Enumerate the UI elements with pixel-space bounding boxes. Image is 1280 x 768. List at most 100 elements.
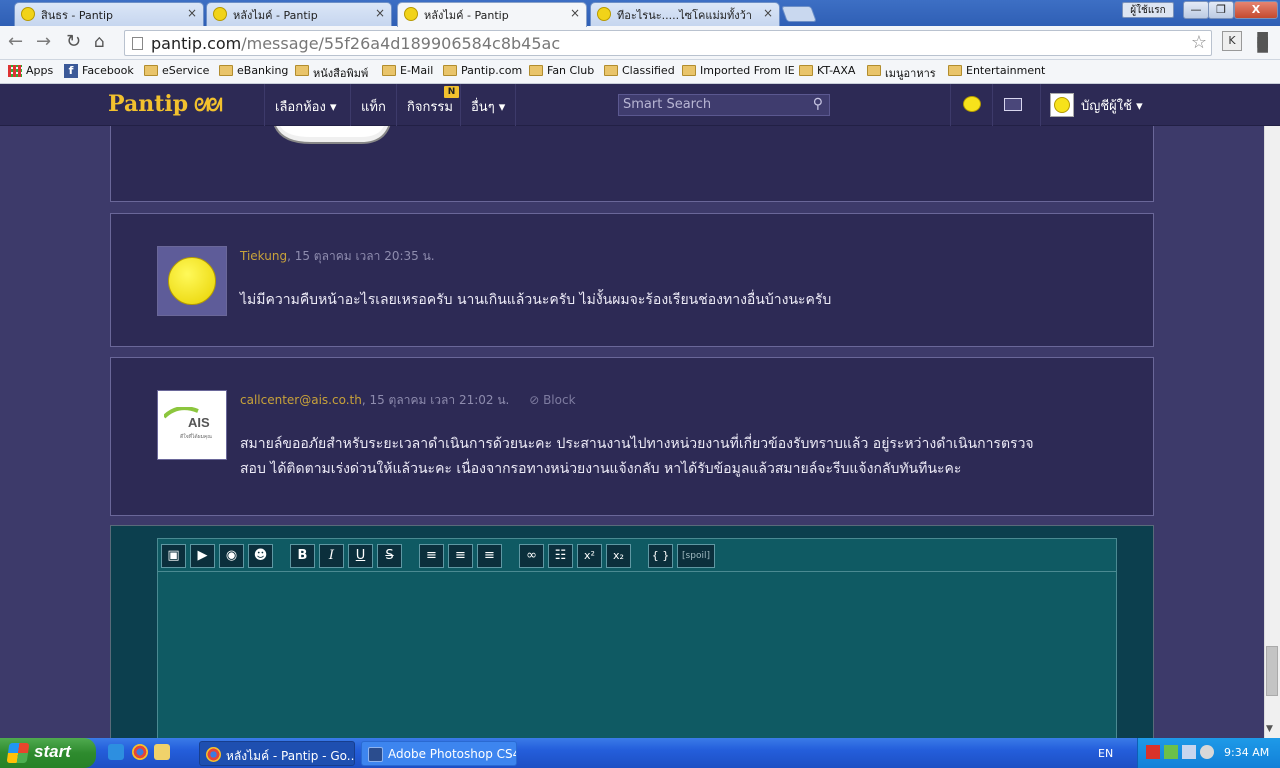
search-input[interactable]: Smart Search ⚲ <box>618 94 830 116</box>
align-left-button[interactable]: ≡ <box>419 544 444 568</box>
reload-icon[interactable]: ↻ <box>66 33 81 51</box>
search-icon[interactable]: ⚲ <box>813 96 823 112</box>
folder-icon <box>382 65 396 76</box>
insert-map-button[interactable]: ◉ <box>219 544 244 568</box>
forward-arrow-icon[interactable]: → <box>36 33 51 51</box>
author-link[interactable]: callcenter@ais.co.th <box>240 393 362 407</box>
bookmark-label: Apps <box>26 64 54 77</box>
subscript-button[interactable]: x₂ <box>606 544 631 568</box>
system-tray: 9:34 AM <box>1137 738 1280 768</box>
block-label: Block <box>543 393 576 407</box>
minimize-button[interactable]: — <box>1183 1 1209 19</box>
tray-network-icon[interactable] <box>1182 745 1196 759</box>
start-button[interactable]: start <box>0 738 96 768</box>
bookmark-folder[interactable]: Fan Club <box>529 64 594 77</box>
tab-title: หลังไมค์ - Pantip <box>424 9 509 22</box>
bookmark-folder[interactable]: E-Mail <box>382 64 433 77</box>
bookmark-folder[interactable]: eService <box>144 64 209 77</box>
insert-emoticon-button[interactable]: ☻ <box>248 544 273 568</box>
account-label: บัญชีผู้ใช้ ▾ <box>1081 99 1143 114</box>
task-label: หลังไมค์ - Pantip - Go... <box>226 749 355 763</box>
new-tab-button[interactable] <box>781 6 817 22</box>
message-card <box>110 126 1154 202</box>
pantip-favicon-icon <box>597 7 611 21</box>
scroll-down-icon[interactable]: ▼ <box>1266 724 1273 734</box>
home-icon[interactable]: ⌂ <box>94 33 105 51</box>
superscript-button[interactable]: x² <box>577 544 602 568</box>
strikethrough-button[interactable]: S <box>377 544 402 568</box>
account-menu[interactable]: บัญชีผู้ใช้ ▾ <box>1040 84 1280 126</box>
bold-button[interactable]: B <box>290 544 315 568</box>
bookmark-folder[interactable]: Entertainment <box>948 64 1045 77</box>
bookmark-folder[interactable]: Imported From IE <box>682 64 795 77</box>
bookmark-folder[interactable]: eBanking <box>219 64 288 77</box>
nav-more[interactable]: อื่นๆ ▾ <box>460 84 517 126</box>
bookmarks-bar: Apps f Facebook eService eBanking หนังสือ… <box>0 60 1280 84</box>
pantip-favicon-icon <box>213 7 227 21</box>
avatar[interactable] <box>157 246 227 316</box>
italic-button[interactable]: I <box>319 544 344 568</box>
back-arrow-icon[interactable]: ← <box>8 33 23 51</box>
message-text: สมายล์ขออภัยสำหรับระยะเวลาดำเนินการด้วยน… <box>240 432 1110 482</box>
chrome-quicklaunch-icon[interactable] <box>132 744 148 760</box>
bookmark-folder[interactable]: Pantip.com <box>443 64 522 77</box>
code-button[interactable]: { } <box>648 544 673 568</box>
pantip-logo[interactable]: Pantip ᘛᘛ <box>108 91 223 117</box>
bookmark-folder[interactable]: เมนูอาหาร <box>867 64 936 82</box>
bookmark-facebook[interactable]: f Facebook <box>64 64 134 78</box>
browser-user-button[interactable]: ผู้ใช้แรก <box>1122 2 1174 18</box>
author-link[interactable]: Tiekung <box>240 249 287 263</box>
browser-tab[interactable]: ทีอะไรนะ.....ไซโคแม่มทั้งว้า × <box>590 2 780 26</box>
create-topic-button[interactable] <box>950 84 992 126</box>
new-badge: N <box>444 86 459 98</box>
taskbar-photoshop-window[interactable]: Adobe Photoshop CS4 <box>361 741 517 766</box>
insert-link-button[interactable]: ∞ <box>519 544 544 568</box>
insert-video-button[interactable]: ▶ <box>190 544 215 568</box>
nav-rooms[interactable]: เลือกห้อง ▾ <box>264 84 346 126</box>
bookmark-folder[interactable]: หนังสือพิมพ์ <box>295 64 368 82</box>
insert-image-button[interactable]: ▣ <box>161 544 186 568</box>
bookmark-folder[interactable]: KT-AXA <box>799 64 855 77</box>
messages-button[interactable] <box>992 84 1040 126</box>
bookmark-folder[interactable]: Classified <box>604 64 675 77</box>
avatar <box>1050 93 1074 117</box>
tray-app-icon[interactable] <box>1146 745 1160 759</box>
horizontal-rule-button[interactable]: ☷ <box>548 544 573 568</box>
reply-textarea[interactable] <box>157 572 1117 738</box>
browser-tab[interactable]: หลังไมค์ - Pantip × <box>206 2 392 26</box>
address-bar[interactable]: pantip.com/message/55f26a4d189906584c8b4… <box>124 30 1212 56</box>
start-label: start <box>34 742 71 761</box>
explorer-quicklaunch-icon[interactable] <box>154 744 170 760</box>
tab-close-icon[interactable]: × <box>763 6 773 20</box>
align-center-button[interactable]: ≡ <box>448 544 473 568</box>
mail-icon <box>1004 98 1022 111</box>
tray-app-icon[interactable] <box>1164 745 1178 759</box>
scrollbar-thumb[interactable] <box>1266 646 1278 696</box>
browser-menu-icon[interactable]: ■ ■ ■ <box>1256 30 1269 54</box>
tray-volume-icon[interactable] <box>1200 745 1214 759</box>
align-right-button[interactable]: ≡ <box>477 544 502 568</box>
tab-title: หลังไมค์ - Pantip <box>233 9 318 22</box>
facebook-icon: f <box>64 64 78 78</box>
maximize-button[interactable]: ❐ <box>1208 1 1234 19</box>
tab-close-icon[interactable]: × <box>375 6 385 20</box>
extension-icon[interactable]: K <box>1222 31 1242 51</box>
browser-tab[interactable]: สินธร - Pantip × <box>14 2 204 26</box>
bookmark-star-icon[interactable]: ☆ <box>1191 32 1207 53</box>
windows-logo-icon <box>6 743 30 763</box>
tab-close-icon[interactable]: × <box>187 6 197 20</box>
underline-button[interactable]: U <box>348 544 373 568</box>
nav-tags[interactable]: แท็ก <box>350 84 396 126</box>
bookmark-apps[interactable]: Apps <box>8 64 53 77</box>
ie-quicklaunch-icon[interactable] <box>108 744 124 760</box>
browser-tab-active[interactable]: หลังไมค์ - Pantip × <box>397 2 587 27</box>
spoil-button[interactable]: [spoil] <box>677 544 715 568</box>
tab-close-icon[interactable]: × <box>570 6 580 20</box>
taskbar-chrome-window[interactable]: หลังไมค์ - Pantip - Go... <box>199 741 355 766</box>
avatar[interactable]: AIS ดีใจที่ได้ผมคุณ <box>157 390 227 460</box>
block-button[interactable]: ⊘ Block <box>529 393 575 407</box>
clock[interactable]: 9:34 AM <box>1224 746 1269 759</box>
camera-icon: ▣ <box>167 548 180 563</box>
close-window-button[interactable]: X <box>1234 1 1278 19</box>
language-indicator[interactable]: EN <box>1098 747 1113 760</box>
